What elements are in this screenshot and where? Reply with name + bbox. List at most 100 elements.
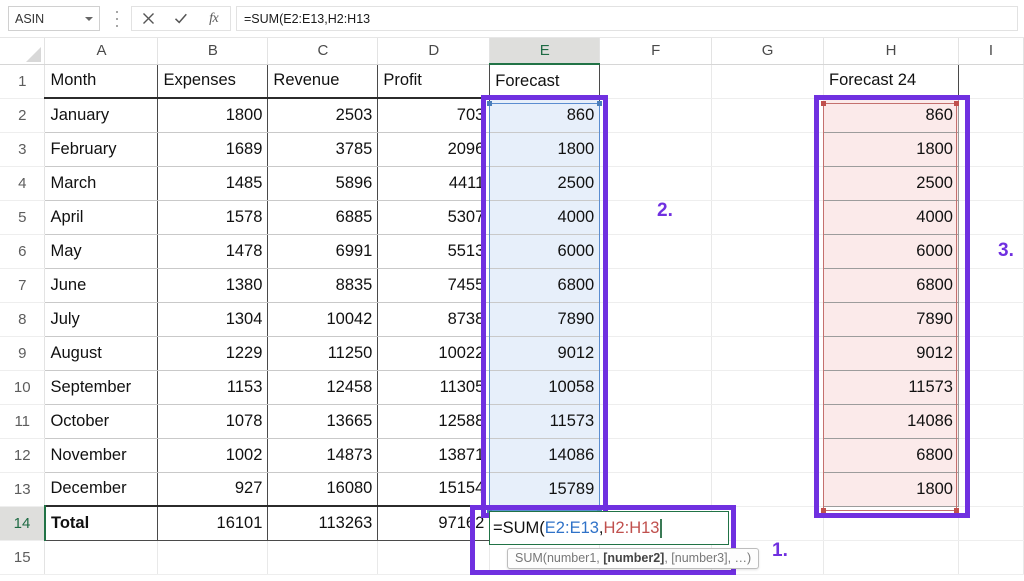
cell-a4[interactable]: March [44,166,159,201]
cell-h10[interactable]: 11573 [823,370,959,405]
cell-f11[interactable] [599,404,713,439]
cell-e4[interactable]: 2500 [489,166,601,201]
column-header-d[interactable]: D [377,38,491,65]
cell-d11[interactable]: 12588 [377,404,491,439]
cell-i3[interactable] [958,132,1024,167]
cell-e3[interactable]: 1800 [489,132,601,167]
chevron-down-icon[interactable] [85,16,93,21]
row-header-1[interactable]: 1 [0,64,46,99]
cell-f1[interactable] [599,64,713,99]
cell-c8[interactable]: 10042 [267,302,379,337]
cell-e8[interactable]: 7890 [489,302,601,337]
cell-d14[interactable]: 97162 [377,505,491,541]
cell-c1[interactable]: Revenue [267,63,379,99]
cell-c4[interactable]: 5896 [267,166,379,201]
cell-a7[interactable]: June [44,268,159,303]
cell-e7[interactable]: 6800 [489,268,601,303]
cell-e5[interactable]: 4000 [489,200,601,235]
cell-a14[interactable]: Total [44,505,159,541]
cell-f13[interactable] [599,472,713,507]
cell-h6[interactable]: 6000 [823,234,959,269]
cell-g3[interactable] [711,132,825,167]
cell-a2[interactable]: January [44,98,159,133]
cell-i10[interactable] [958,370,1024,405]
cell-b15[interactable] [157,540,269,575]
cell-h11[interactable]: 14086 [823,404,959,439]
cell-i1[interactable] [958,64,1024,99]
cell-d6[interactable]: 5513 [377,234,491,269]
cell-i14[interactable] [958,506,1024,541]
cell-h12[interactable]: 6800 [823,438,959,473]
cell-f2[interactable] [599,98,713,133]
cell-f6[interactable] [599,234,713,269]
cell-c15[interactable] [267,540,379,575]
row-header-13[interactable]: 13 [0,472,46,507]
cell-a5[interactable]: April [44,200,159,235]
column-header-h[interactable]: H [823,38,959,65]
cell-g10[interactable] [711,370,825,405]
row-header-5[interactable]: 5 [0,200,46,235]
cell-c12[interactable]: 14873 [267,438,379,473]
cell-i11[interactable] [958,404,1024,439]
cell-g9[interactable] [711,336,825,371]
column-header-i[interactable]: I [958,38,1024,65]
cell-g5[interactable] [711,200,825,235]
cell-g1[interactable] [711,64,825,99]
cell-i9[interactable] [958,336,1024,371]
cell-b6[interactable]: 1478 [157,234,269,269]
row-header-11[interactable]: 11 [0,404,46,439]
cell-i2[interactable] [958,98,1024,133]
cell-d10[interactable]: 11305 [377,370,491,405]
column-header-f[interactable]: F [599,38,713,65]
active-cell-editor[interactable]: =SUM( E2:E13 , H2:H13 [489,511,729,545]
column-header-c[interactable]: C [267,38,379,65]
more-options-icon[interactable] [112,11,122,27]
column-header-b[interactable]: B [157,38,269,65]
cell-f9[interactable] [599,336,713,371]
cell-d1[interactable]: Profit [377,63,491,99]
cell-a12[interactable]: November [44,438,159,473]
cell-e11[interactable]: 11573 [489,404,601,439]
cell-i7[interactable] [958,268,1024,303]
row-header-6[interactable]: 6 [0,234,46,269]
column-header-g[interactable]: G [711,38,825,65]
cell-h2[interactable]: 860 [823,98,959,133]
cell-d15[interactable] [377,540,491,575]
cell-i12[interactable] [958,438,1024,473]
spreadsheet-grid[interactable]: A B C D E F G H I 1 Month Expenses Reven… [0,38,1024,581]
cell-e2[interactable]: 860 [489,98,601,133]
cell-d4[interactable]: 4411 [377,166,491,201]
cell-b7[interactable]: 1380 [157,268,269,303]
cell-d5[interactable]: 5307 [377,200,491,235]
cell-d2[interactable]: 703 [377,98,491,133]
cell-a8[interactable]: July [44,302,159,337]
cell-d9[interactable]: 10022 [377,336,491,371]
cell-g2[interactable] [711,98,825,133]
cell-b14[interactable]: 16101 [157,505,269,541]
cell-i13[interactable] [958,472,1024,507]
cell-d13[interactable]: 15154 [377,472,491,507]
cell-a11[interactable]: October [44,404,159,439]
cell-b12[interactable]: 1002 [157,438,269,473]
cell-h7[interactable]: 6800 [823,268,959,303]
cell-g13[interactable] [711,472,825,507]
cell-b2[interactable]: 1800 [157,98,269,133]
row-header-2[interactable]: 2 [0,98,46,133]
cell-a3[interactable]: February [44,132,159,167]
cell-a13[interactable]: December [44,472,159,507]
cell-c2[interactable]: 2503 [267,98,379,133]
cell-e13[interactable]: 15789 [489,472,601,507]
cell-c13[interactable]: 16080 [267,472,379,507]
cell-e1[interactable]: Forecast [489,63,601,99]
cell-a6[interactable]: May [44,234,159,269]
cell-d12[interactable]: 13871 [377,438,491,473]
column-header-e[interactable]: E [489,38,601,65]
name-box[interactable]: ASIN [8,6,100,31]
cell-b3[interactable]: 1689 [157,132,269,167]
cell-c3[interactable]: 3785 [267,132,379,167]
cell-i15[interactable] [958,540,1024,575]
row-header-15[interactable]: 15 [0,540,46,575]
cell-i8[interactable] [958,302,1024,337]
cell-b8[interactable]: 1304 [157,302,269,337]
cell-h3[interactable]: 1800 [823,132,959,167]
